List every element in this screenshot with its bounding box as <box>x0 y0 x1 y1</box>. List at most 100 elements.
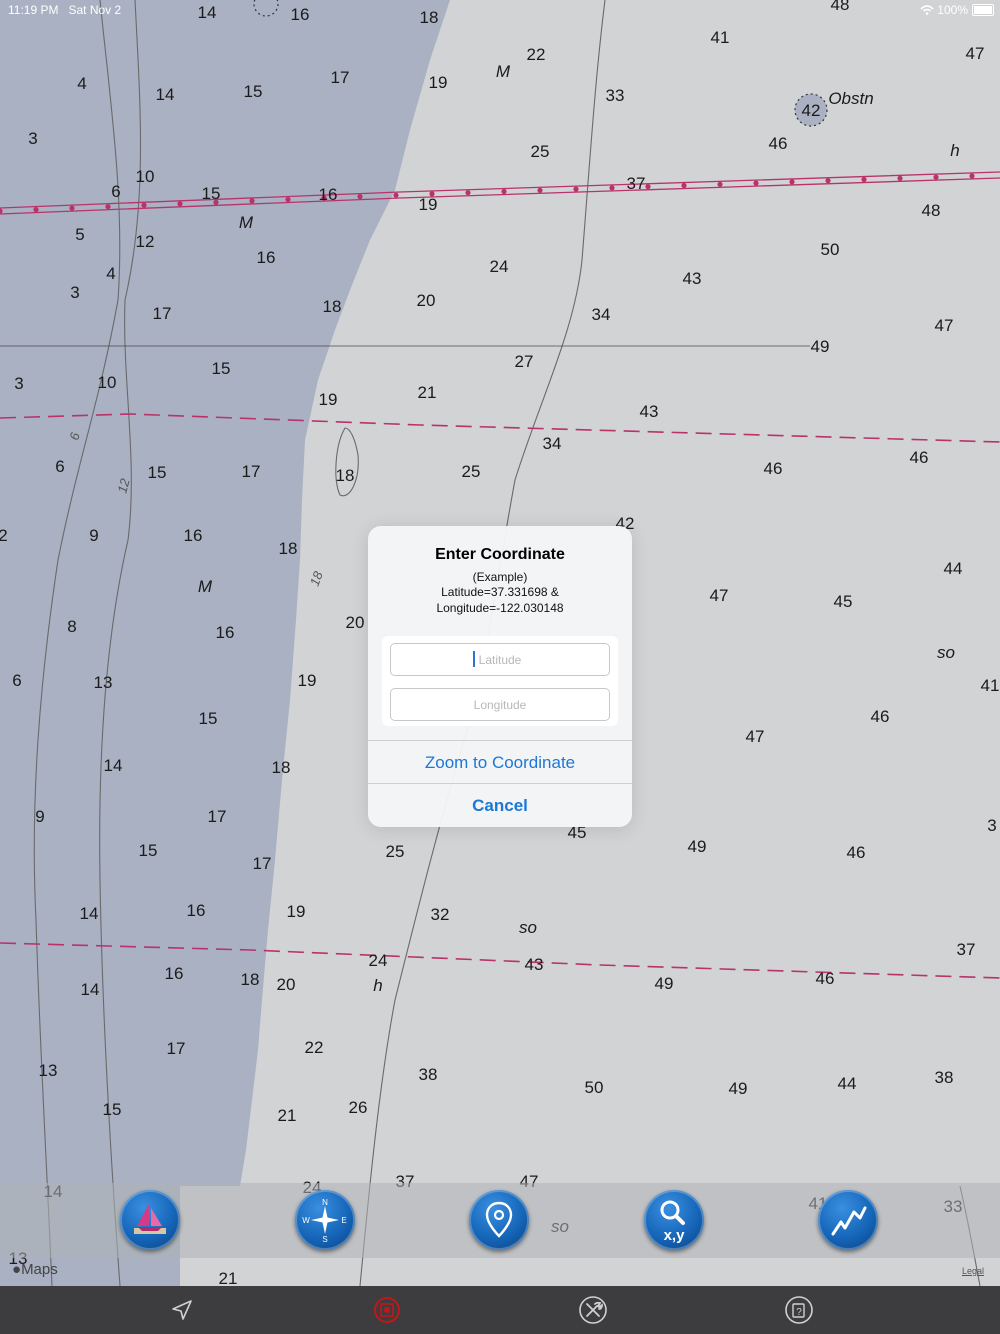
battery-icon <box>972 4 994 16</box>
depth-sounding: 47 <box>966 44 985 63</box>
chart-label: M <box>198 577 213 596</box>
cancel-button[interactable]: Cancel <box>368 784 632 827</box>
dialog-title: Enter Coordinate <box>435 546 565 563</box>
zoom-to-coordinate-button[interactable]: Zoom to Coordinate <box>368 741 632 784</box>
maps-credit-text: Maps <box>21 1261 58 1278</box>
svg-text:W: W <box>302 1216 310 1225</box>
depth-sounding: 14 <box>156 85 175 104</box>
depth-sounding: 38 <box>935 1068 954 1087</box>
depth-sounding: 47 <box>746 727 765 746</box>
chart-toolbar: N S W E x,y <box>0 1183 1000 1258</box>
depth-sounding: 17 <box>208 807 227 826</box>
depth-sounding: 19 <box>319 390 338 409</box>
depth-sounding: 22 <box>305 1038 324 1057</box>
depth-sounding: 16 <box>216 623 235 642</box>
chart-label: Obstn <box>828 89 873 108</box>
depth-sounding: 46 <box>910 448 929 467</box>
depth-sounding: 14 <box>80 904 99 923</box>
depth-sounding: 2 <box>0 526 8 545</box>
route-dot <box>789 179 795 185</box>
location-button[interactable] <box>469 1190 529 1250</box>
depth-sounding: 10 <box>98 373 117 392</box>
compass-button[interactable]: N S W E <box>295 1190 355 1250</box>
depth-sounding: 25 <box>462 462 481 481</box>
route-dot <box>573 186 579 192</box>
route-dot <box>285 196 291 203</box>
depth-sounding: 9 <box>89 526 98 545</box>
chart-label: M <box>496 62 511 81</box>
depth-sounding: 47 <box>935 316 954 335</box>
compass-icon: N S W E <box>302 1198 346 1244</box>
route-dot <box>357 194 363 200</box>
chart-label: so <box>937 643 955 662</box>
depth-sounding: 41 <box>981 676 1000 695</box>
depth-sounding: 41 <box>711 28 730 47</box>
help-icon: ? <box>785 1296 813 1324</box>
charts-button[interactable] <box>120 1190 180 1250</box>
depth-sounding: 17 <box>242 462 261 481</box>
depth-sounding: 16 <box>187 901 206 920</box>
depth-sounding: 19 <box>419 195 438 214</box>
depth-sounding: 18 <box>279 539 298 558</box>
depth-sounding: 20 <box>417 291 436 310</box>
record-icon <box>374 1297 400 1323</box>
depth-sounding: 3 <box>70 283 79 302</box>
route-dot <box>933 174 939 180</box>
depth-sounding: 4 <box>106 264 115 283</box>
depth-sounding: 49 <box>688 837 707 856</box>
tab-navigate[interactable] <box>167 1296 197 1324</box>
route-dot <box>105 204 111 210</box>
chart-label: h <box>373 976 382 995</box>
depth-sounding: 13 <box>39 1061 58 1080</box>
clock-time: 11:19 PM <box>8 3 59 17</box>
depth-sounding: 24 <box>490 257 509 276</box>
depth-sounding: 8 <box>67 617 76 636</box>
depth-sounding: 25 <box>386 842 405 861</box>
route-dot <box>33 207 39 213</box>
route-dot <box>645 184 651 190</box>
depth-sounding: 19 <box>298 671 317 690</box>
longitude-input[interactable] <box>390 688 610 721</box>
maps-credit: ●Maps <box>12 1261 58 1278</box>
depth-sounding: 49 <box>655 974 674 993</box>
route-dot <box>537 187 543 193</box>
route-dot <box>609 185 615 191</box>
route-dot <box>393 192 399 198</box>
depth-sounding: 25 <box>531 142 550 161</box>
depth-sounding: 4 <box>77 74 86 93</box>
depth-sounding: 45 <box>834 592 853 611</box>
depth-sounding: 6 <box>12 671 21 690</box>
depth-sounding: 43 <box>683 269 702 288</box>
route-dot <box>249 198 255 204</box>
tab-record[interactable] <box>372 1296 402 1324</box>
apple-logo-icon: ● <box>12 1261 22 1278</box>
route-dot <box>897 175 903 181</box>
chart-label: h <box>950 141 959 160</box>
depth-sounding: 22 <box>527 45 546 64</box>
route-dot <box>681 182 687 189</box>
route-dot <box>969 173 975 179</box>
route-button[interactable] <box>818 1190 878 1250</box>
depth-sounding: 15 <box>212 359 231 378</box>
wifi-icon <box>920 5 934 15</box>
depth-sounding: 16 <box>319 185 338 204</box>
svg-text:?: ? <box>796 1307 802 1318</box>
tab-tools[interactable] <box>578 1296 608 1324</box>
depth-sounding: 19 <box>287 902 306 921</box>
depth-sounding: 10 <box>136 167 155 186</box>
app-screen: 14 16 18 48 41 47 4 14 15 17 19 22 33 42 3 25 46 10 6 15 16 3… <box>0 0 1000 1334</box>
route-dot <box>717 181 723 187</box>
route-dot <box>753 180 759 186</box>
tab-help[interactable]: ? <box>784 1296 814 1324</box>
depth-sounding: 13 <box>94 673 113 692</box>
legal-link[interactable]: Legal <box>962 1266 984 1276</box>
chart-label: so <box>519 918 537 937</box>
depth-sounding: 26 <box>349 1098 368 1117</box>
battery-text: 100% <box>937 3 968 17</box>
depth-sounding: 21 <box>418 383 437 402</box>
depth-sounding: 27 <box>515 352 534 371</box>
coordinate-search-button[interactable]: x,y <box>644 1190 704 1250</box>
depth-sounding: 9 <box>35 807 44 826</box>
latitude-input[interactable] <box>390 643 610 676</box>
depth-sounding: 50 <box>821 240 840 259</box>
